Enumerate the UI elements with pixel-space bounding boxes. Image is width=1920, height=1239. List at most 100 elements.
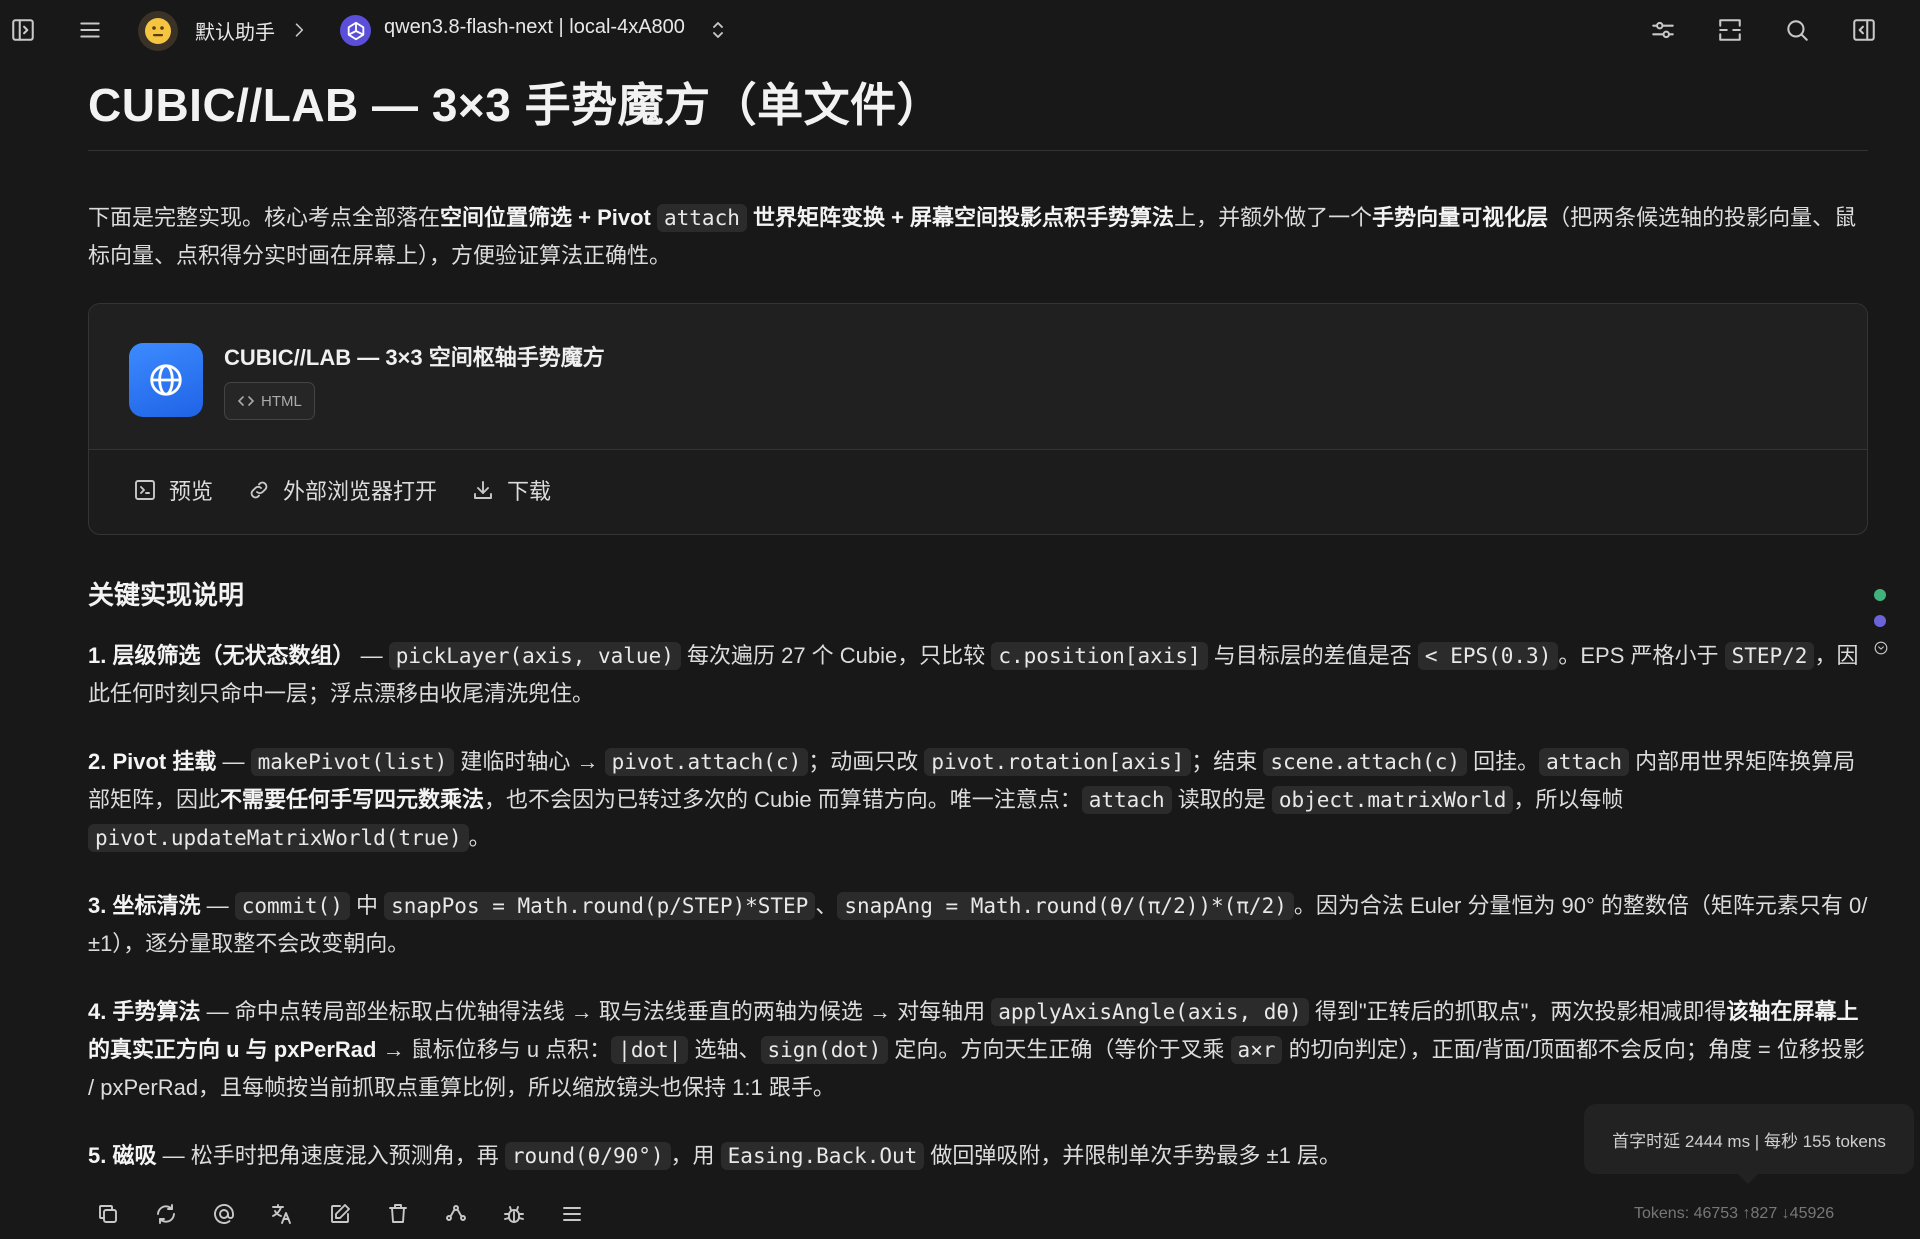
notes-list: 1. 层级筛选（无状态数组） — pickLayer(axis, value) …	[88, 637, 1868, 1175]
edit-button[interactable]	[324, 1198, 356, 1230]
item-text: — 松手时把角速度混入预测角，再	[156, 1143, 505, 1168]
chevron-up-down-icon	[713, 22, 723, 38]
regenerate-button[interactable]	[150, 1198, 182, 1230]
item-heading: 1. 层级筛选（无状态数组）	[88, 643, 355, 668]
message-content: CUBIC//LAB — 3×3 手势魔方（单文件） 下面是完整实现。核心考点全…	[88, 60, 1868, 275]
intro-paragraph: 下面是完整实现。核心考点全部落在空间位置筛选 + Pivot attach 世界…	[88, 199, 1868, 275]
menu-icon	[80, 22, 100, 38]
item-text: —	[200, 893, 235, 918]
item-text: ，所以每帧	[1513, 787, 1624, 812]
item-text: 得到"正转后的抓取点"，两次投影相减即得	[1308, 999, 1727, 1024]
sidebar-right-icon	[1853, 19, 1875, 41]
copy-button[interactable]	[92, 1198, 124, 1230]
item-text: → 鼠标位移与 u 点积：	[376, 1037, 612, 1062]
more-menu-button[interactable]	[556, 1198, 588, 1230]
page-title: CUBIC//LAB — 3×3 手势魔方（单文件）	[88, 79, 944, 131]
item-text: 每次遍历 27 个 Cubie，只比较	[680, 643, 992, 668]
download-icon	[474, 481, 492, 499]
download-button[interactable]: 下载	[471, 474, 551, 506]
search-icon	[1787, 20, 1808, 41]
list-item: 1. 层级筛选（无状态数组） — pickLayer(axis, value) …	[88, 637, 1868, 713]
globe-icon	[150, 364, 182, 396]
expand-view-button[interactable]	[1714, 14, 1746, 46]
title-divider	[88, 150, 1868, 151]
item-text: 。EPS 严格小于	[1558, 643, 1725, 668]
item-code: < EPS(0.3)	[1417, 642, 1559, 670]
preview-button[interactable]: 预览	[133, 474, 213, 506]
item-text: 回挂。	[1467, 749, 1540, 774]
item-text: —	[216, 749, 251, 774]
item-text: 选轴、	[688, 1037, 761, 1062]
latency-tooltip: 首字时延 2444 ms | 每秒 155 tokens	[1584, 1104, 1914, 1184]
settings-sliders-button[interactable]	[1647, 14, 1679, 46]
open-external-label: 外部浏览器打开	[283, 479, 438, 504]
item-text: ；结束	[1191, 749, 1264, 774]
scroll-down-icon[interactable]	[1874, 641, 1888, 655]
intro-bold: 世界矩阵变换 + 屏幕空间投影点积手势算法	[752, 205, 1175, 230]
artifact-type-badge: HTML	[224, 382, 315, 420]
item-code: pivot.updateMatrixWorld(true)	[88, 824, 469, 852]
artifact-type-label: HTML	[261, 392, 302, 410]
item-text: 定向。方向天生正确（等价于叉乘	[888, 1037, 1231, 1062]
item-heading: 2. Pivot 挂载	[88, 749, 217, 774]
translate-button[interactable]	[266, 1198, 298, 1230]
nav-dot-user[interactable]	[1874, 589, 1886, 601]
branch-button[interactable]	[440, 1198, 472, 1230]
intro-text: 上，并额外做了一个	[1174, 205, 1373, 230]
toggle-left-sidebar-button[interactable]	[7, 14, 39, 46]
edit-icon	[331, 1204, 350, 1223]
model-name[interactable]: qwen3.8-flash-next | local-4xA800	[384, 16, 685, 39]
item-text: 中	[349, 893, 385, 918]
assistant-name[interactable]: 默认助手	[195, 16, 275, 45]
list-item: 2. Pivot 挂载 — makePivot(list) 建临时轴心 → pi…	[88, 743, 1868, 857]
item-text: 建临时轴心 →	[454, 749, 605, 774]
nav-dot-assistant[interactable]	[1874, 615, 1886, 627]
item-code: attach	[1081, 786, 1172, 814]
copy-icon	[99, 1205, 117, 1223]
item-code: pickLayer(axis, value)	[388, 642, 681, 670]
assistant-avatar[interactable]	[138, 11, 178, 51]
item-text: —	[354, 643, 389, 668]
top-bar: 默认助手 qwen3.8-flash-next | local-4xA800	[0, 0, 1920, 60]
toggle-right-sidebar-button[interactable]	[1848, 14, 1880, 46]
intro-code: attach	[657, 204, 747, 232]
item-text: 、	[815, 893, 838, 918]
item-code: STEP/2	[1724, 642, 1815, 670]
artifact-actions: 预览 外部浏览器打开 下载	[133, 474, 551, 506]
link-icon	[250, 481, 268, 499]
item-heading: 5. 磁吸	[88, 1143, 157, 1168]
smiley-icon	[145, 18, 171, 44]
item-code: pivot.attach(c)	[604, 748, 809, 776]
item-text: 。	[468, 825, 491, 850]
intro-bold: 空间位置筛选 + Pivot	[440, 205, 651, 230]
expand-icon	[1719, 19, 1741, 41]
item-code: makePivot(list)	[250, 748, 455, 776]
item-code: attach	[1539, 748, 1630, 776]
branch-icon	[446, 1205, 466, 1221]
mention-button[interactable]	[208, 1198, 240, 1230]
item-code: sign(dot)	[760, 1036, 889, 1064]
item-code: applyAxisAngle(axis, dθ)	[991, 998, 1309, 1026]
intro-text: 下面是完整实现。核心考点全部落在	[88, 205, 441, 230]
artifact-card-header[interactable]: CUBIC//LAB — 3×3 空间枢轴手势魔方 HTML	[89, 304, 1867, 450]
artifact-title: CUBIC//LAB — 3×3 空间枢轴手势魔方	[224, 345, 605, 370]
search-button[interactable]	[1781, 14, 1813, 46]
item-code: commit()	[234, 892, 350, 920]
item-heading: 4. 手势算法	[88, 999, 201, 1024]
item-code: a×r	[1230, 1036, 1283, 1064]
model-switch-button[interactable]	[706, 14, 730, 46]
code-icon	[237, 396, 255, 406]
chevron-right-icon	[295, 23, 304, 37]
item-code: pivot.rotation[axis]	[924, 748, 1192, 776]
at-icon	[214, 1204, 234, 1224]
delete-button[interactable]	[382, 1198, 414, 1230]
debug-button[interactable]	[498, 1198, 530, 1230]
item-code: round(θ/90°)	[504, 1142, 671, 1170]
item-bold: 不需要任何手写四元数乘法	[220, 787, 485, 812]
token-count: Tokens: 46753 ↑827 ↓45926	[1634, 1205, 1835, 1222]
item-code: scene.attach(c)	[1263, 748, 1468, 776]
menu-button[interactable]	[74, 14, 106, 46]
preview-label: 预览	[169, 479, 214, 504]
open-external-button[interactable]: 外部浏览器打开	[247, 474, 437, 506]
breadcrumb-separator	[286, 14, 312, 46]
